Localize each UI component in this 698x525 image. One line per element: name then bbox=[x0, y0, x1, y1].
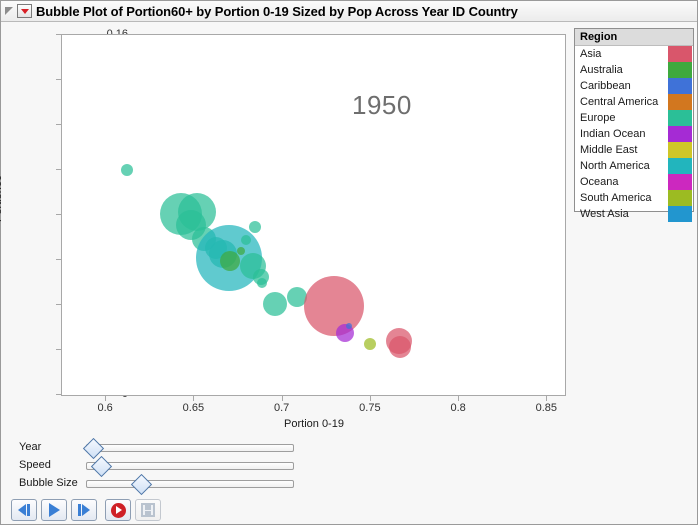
y-axis-label: Portion60+ bbox=[0, 168, 4, 222]
bubble-point[interactable] bbox=[388, 335, 411, 358]
x-axis-tick-mark bbox=[369, 396, 371, 401]
save-button bbox=[135, 499, 161, 521]
bubble-point[interactable] bbox=[237, 247, 246, 255]
bubble-point[interactable] bbox=[219, 251, 240, 272]
legend-rows: Asia Australia Caribbean Central America Eur… bbox=[575, 46, 693, 222]
x-axis-tick-label: 0.6 bbox=[97, 402, 113, 414]
x-axis-tick-label: 0.85 bbox=[535, 402, 558, 414]
legend-item-label: Middle East bbox=[580, 144, 638, 156]
legend-item[interactable]: North America bbox=[575, 158, 693, 174]
legend-item-label: Europe bbox=[580, 112, 616, 124]
slider-track[interactable] bbox=[86, 480, 294, 488]
animation-controls: Year Speed Bubble Size bbox=[1, 433, 697, 525]
record-button[interactable] bbox=[105, 499, 131, 521]
slider-thumb[interactable] bbox=[91, 455, 113, 478]
legend-color-swatch[interactable] bbox=[668, 158, 692, 174]
x-axis-tick-mark bbox=[458, 396, 460, 401]
x-axis-tick-label: 0.65 bbox=[182, 402, 205, 414]
legend-item[interactable]: Oceana bbox=[575, 174, 693, 190]
slider-track[interactable] bbox=[86, 444, 294, 452]
slider-thumb[interactable] bbox=[130, 473, 153, 496]
bubble-point[interactable] bbox=[249, 221, 262, 234]
legend-item-label: Oceana bbox=[580, 176, 619, 188]
bubble-plot-window: Bubble Plot of Portion60+ by Portion 0-1… bbox=[0, 0, 698, 525]
legend-item-label: Asia bbox=[580, 48, 602, 60]
legend-color-swatch[interactable] bbox=[668, 62, 692, 78]
legend-color-swatch[interactable] bbox=[668, 46, 692, 62]
legend-color-swatch[interactable] bbox=[668, 174, 692, 190]
legend-color-swatch[interactable] bbox=[668, 94, 692, 110]
legend-item[interactable]: Indian Ocean bbox=[575, 126, 693, 142]
slider-label: Bubble Size bbox=[19, 477, 78, 489]
legend-item[interactable]: South America bbox=[575, 190, 693, 206]
bubble-point[interactable] bbox=[240, 234, 251, 245]
disclosure-triangle-icon[interactable] bbox=[5, 6, 14, 16]
x-axis-tick-mark bbox=[546, 396, 548, 401]
x-axis-tick-mark bbox=[281, 396, 283, 401]
bubble-point[interactable] bbox=[363, 338, 376, 351]
x-axis-tick-mark bbox=[105, 396, 107, 401]
red-triangle-menu-icon[interactable] bbox=[17, 4, 32, 18]
legend-color-swatch[interactable] bbox=[668, 142, 692, 158]
legend-item-label: South America bbox=[580, 192, 652, 204]
bubble-point[interactable] bbox=[262, 291, 287, 316]
slider-track[interactable] bbox=[86, 462, 294, 470]
slider-label: Year bbox=[19, 441, 42, 453]
legend-item[interactable]: Europe bbox=[575, 110, 693, 126]
save-disk-icon bbox=[141, 503, 155, 517]
legend-color-swatch[interactable] bbox=[668, 110, 692, 126]
bubble-point[interactable] bbox=[303, 276, 364, 337]
x-axis-tick-label: 0.75 bbox=[359, 402, 381, 414]
page-title: Bubble Plot of Portion60+ by Portion 0-1… bbox=[36, 3, 518, 19]
x-axis-tick-label: 0.8 bbox=[450, 402, 466, 414]
step-backward-icon bbox=[18, 504, 30, 516]
legend-item-label: West Asia bbox=[580, 208, 629, 220]
x-axis-tick-mark bbox=[193, 396, 195, 401]
legend-item-label: Caribbean bbox=[580, 80, 631, 92]
plot-frame[interactable]: 1950 bbox=[61, 34, 566, 396]
legend-panel: Region Asia Australia Caribbean Central Ame… bbox=[574, 28, 694, 222]
play-icon bbox=[48, 503, 60, 517]
step-forward-button[interactable] bbox=[71, 499, 97, 521]
legend-item[interactable]: Central America bbox=[575, 94, 693, 110]
legend-color-swatch[interactable] bbox=[668, 206, 692, 222]
record-icon bbox=[110, 502, 126, 518]
legend-header: Region bbox=[575, 29, 693, 46]
legend-color-swatch[interactable] bbox=[668, 190, 692, 206]
bubble-point[interactable] bbox=[345, 323, 352, 330]
bubble-point[interactable] bbox=[121, 164, 134, 176]
legend-header-label: Region bbox=[580, 31, 618, 43]
bubble-point[interactable] bbox=[257, 277, 268, 288]
year-annotation: 1950 bbox=[352, 90, 412, 120]
play-button[interactable] bbox=[41, 499, 67, 521]
legend-item-label: Central America bbox=[580, 96, 659, 108]
x-axis-tick-label: 0.7 bbox=[273, 402, 290, 414]
legend-color-swatch[interactable] bbox=[668, 126, 692, 142]
legend-item[interactable]: West Asia bbox=[575, 206, 693, 222]
legend-item-label: North America bbox=[580, 160, 650, 172]
legend-item[interactable]: Caribbean bbox=[575, 78, 693, 94]
legend-item-label: Indian Ocean bbox=[580, 128, 646, 140]
legend-item-label: Australia bbox=[580, 64, 623, 76]
window-title-bar: Bubble Plot of Portion60+ by Portion 0-1… bbox=[1, 1, 697, 22]
slider-label: Speed bbox=[19, 459, 51, 471]
step-back-button[interactable] bbox=[11, 499, 37, 521]
step-forward-icon bbox=[78, 504, 90, 516]
legend-item[interactable]: Middle East bbox=[575, 142, 693, 158]
legend-color-swatch[interactable] bbox=[668, 78, 692, 94]
legend-item[interactable]: Australia bbox=[575, 62, 693, 78]
x-axis-label: Portion 0-19 bbox=[284, 418, 344, 430]
legend-item[interactable]: Asia bbox=[575, 46, 693, 62]
